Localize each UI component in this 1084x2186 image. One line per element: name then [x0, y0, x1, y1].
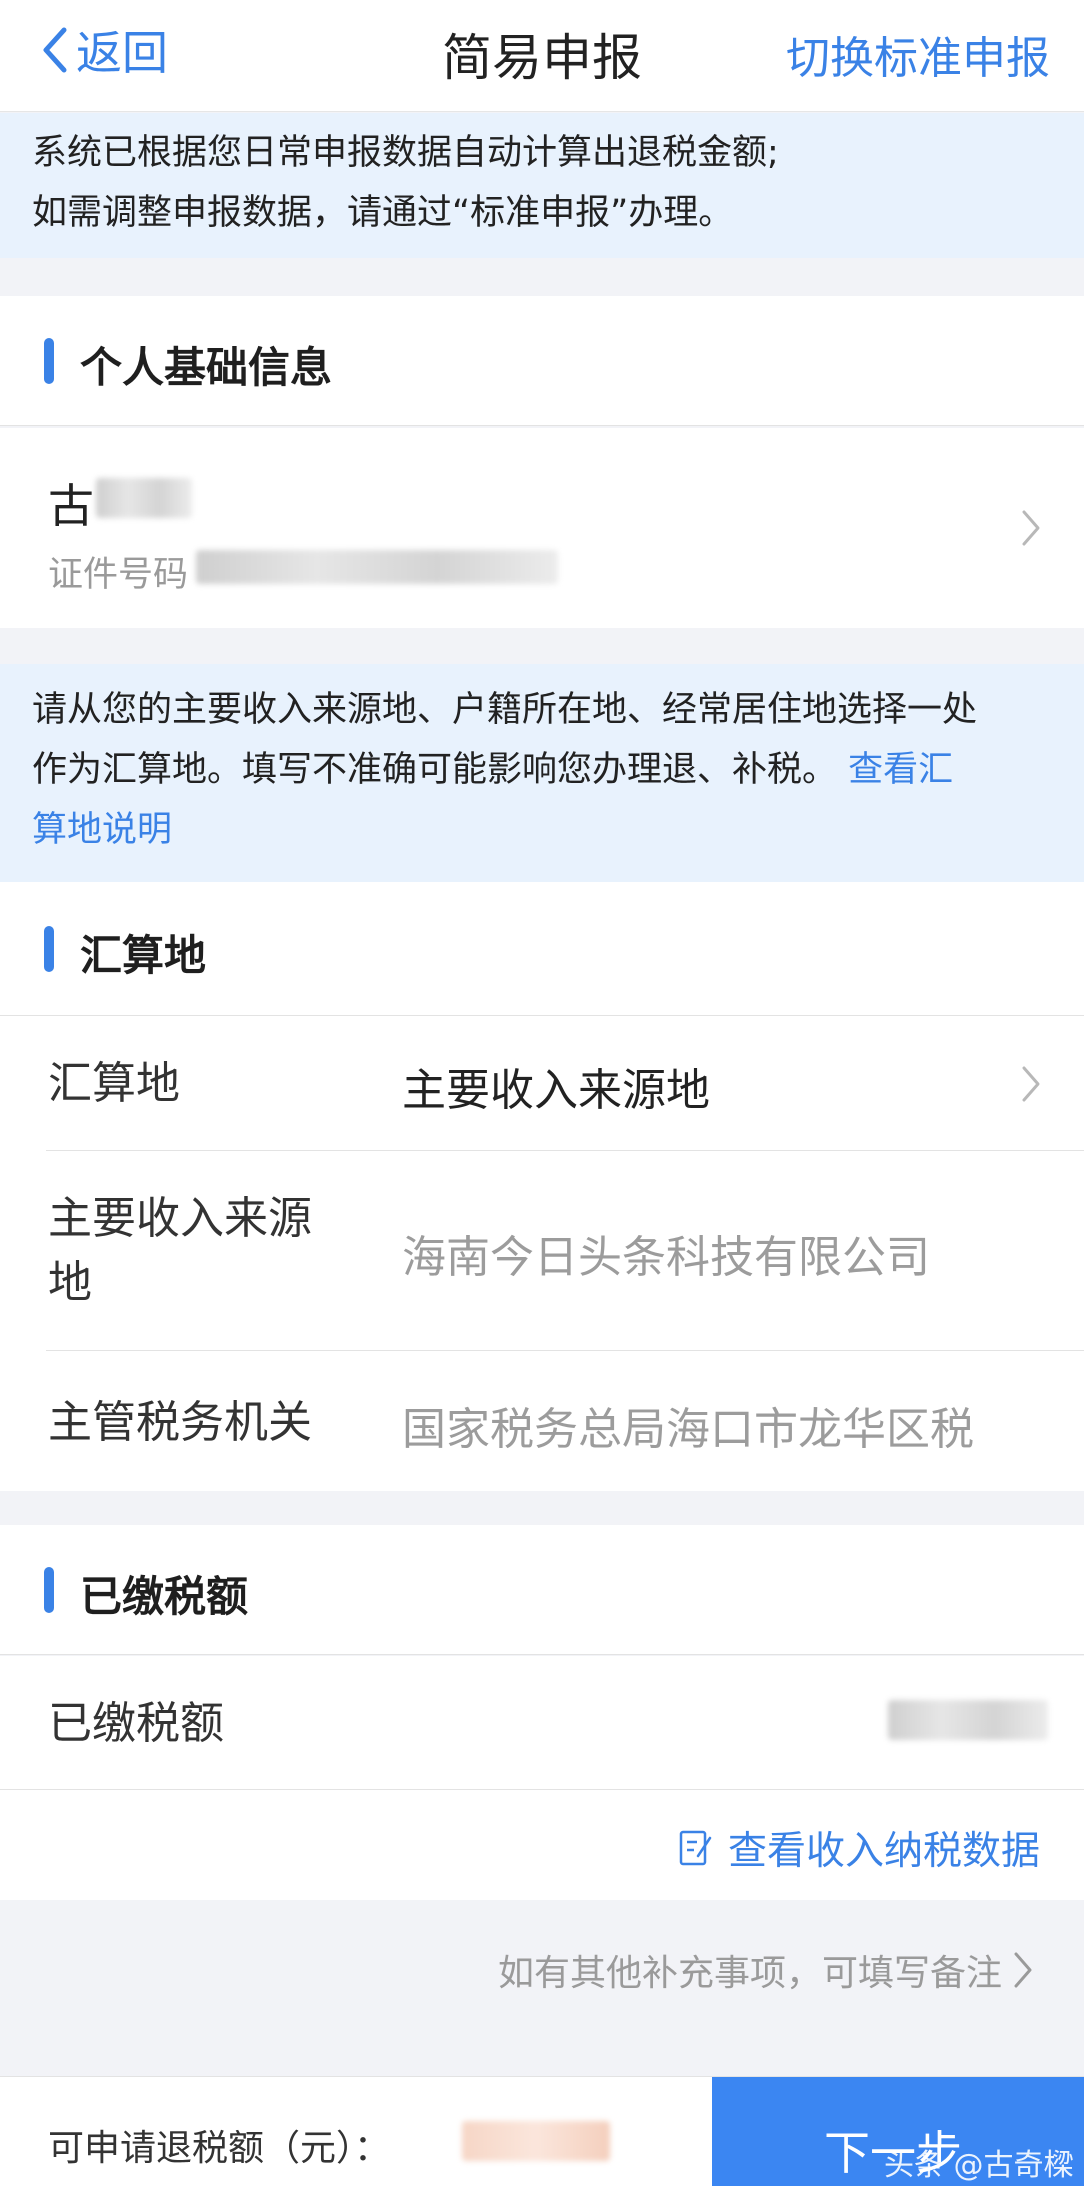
section-accent-bar [44, 926, 54, 972]
tax-authority-value: 国家税务总局海口市龙华区税 [402, 1404, 974, 1455]
paid-tax-row: 已缴税额 [0, 1656, 1084, 1790]
add-remark-link[interactable]: 如有其他补充事项，可填写备注 [498, 1944, 1034, 1996]
notice-line: 作为汇算地。填写不准确可能影响您办理退、补税。 [32, 750, 838, 790]
tax-authority-row: 主管税务机关 国家税务总局海口市龙华区税 [0, 1351, 1084, 1491]
id-number-label: 证件号码 [48, 555, 189, 595]
chevron-right-icon [1022, 510, 1040, 546]
auto-calc-notice: 系统已根据您日常申报数据自动计算出退税金额; 如需调整申报数据，请通过“标准申报… [0, 113, 1084, 258]
section-title: 已缴税额 [80, 1572, 249, 1621]
redacted-name [96, 478, 192, 518]
row-label: 主要收入来源 [48, 1193, 312, 1244]
settlement-place-row[interactable]: 汇算地 主要收入来源地 [0, 1016, 1084, 1151]
row-label-cont: 地 [48, 1257, 92, 1308]
watermark: 头条 @古奇樑 [884, 2148, 1074, 2183]
taxpayer-name: 古 [48, 479, 94, 533]
personal-info-card[interactable]: 古 证件号码 [0, 428, 1084, 628]
section-title: 个人基础信息 [80, 343, 333, 392]
view-income-tax-data-label: 查看收入纳税数据 [727, 1829, 1040, 1874]
switch-standard-declaration-button[interactable]: 切换标准申报 [786, 22, 1050, 86]
chevron-right-icon [1022, 1066, 1040, 1102]
section-accent-bar [44, 1567, 54, 1613]
notice-line: 如需调整申报数据，请通过“标准申报”办理。 [32, 193, 734, 233]
section-header-paid-tax: 已缴税额 [0, 1525, 1084, 1655]
notice-line: 系统已根据您日常申报数据自动计算出退税金额; [32, 133, 779, 173]
section-accent-bar [44, 338, 54, 384]
settlement-place-value: 主要收入来源地 [402, 1065, 710, 1116]
settlement-explanation-link[interactable]: 查看汇 [848, 750, 953, 790]
redacted-id-number [196, 550, 558, 584]
refund-amount-label: 可申请退税额（元）： [48, 2128, 391, 2169]
section-title: 汇算地 [80, 931, 207, 980]
redacted-refund-amount [462, 2121, 610, 2161]
view-income-tax-data-link[interactable]: 查看收入纳税数据 [678, 1820, 1040, 1876]
edit-document-icon [679, 1830, 712, 1866]
navigation-bar: 返回 简易申报 切换标准申报 [0, 0, 1084, 112]
chevron-right-icon [1014, 1952, 1032, 1988]
row-label: 已缴税额 [48, 1698, 224, 1749]
settlement-explanation-link-cont[interactable]: 算地说明 [32, 800, 1052, 860]
income-source-value: 海南今日头条科技有限公司 [402, 1232, 930, 1283]
view-income-tax-data-row: 查看收入纳税数据 [0, 1790, 1084, 1900]
notice-line: 请从您的主要收入来源地、户籍所在地、经常居住地选择一处 [32, 690, 978, 730]
section-header-settlement: 汇算地 [0, 882, 1084, 1016]
settlement-place-notice: 请从您的主要收入来源地、户籍所在地、经常居住地选择一处 作为汇算地。填写不准确可… [0, 664, 1084, 882]
row-label: 主管税务机关 [48, 1397, 312, 1448]
row-label: 汇算地 [48, 1058, 180, 1109]
section-header-personal: 个人基础信息 [0, 296, 1084, 426]
remark-hint: 如有其他补充事项，可填写备注 [497, 1953, 1002, 1994]
main-income-source-row: 主要收入来源 地 海南今日头条科技有限公司 [0, 1151, 1084, 1351]
redacted-paid-tax-amount [888, 1700, 1048, 1740]
